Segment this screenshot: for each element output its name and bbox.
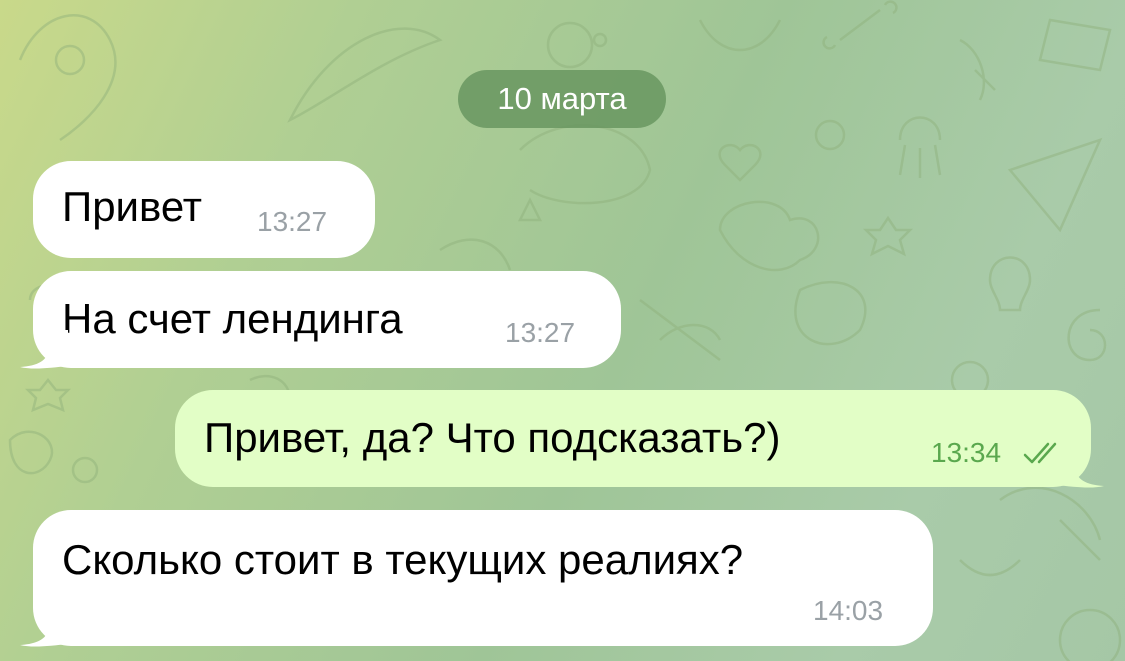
bubble-tail	[1056, 449, 1104, 488]
date-separator: 10 марта	[458, 70, 666, 128]
message-bubble-incoming[interactable]: Привет 13:27	[33, 161, 375, 258]
bubble-tail	[20, 608, 68, 647]
message-bubble-incoming[interactable]: Сколько стоит в текущих реалиях? 14:03	[33, 510, 933, 646]
message-text: На счет лендинга	[62, 295, 403, 342]
message-text: Сколько стоит в текущих реалиях?	[62, 536, 744, 583]
bubble-tail	[20, 330, 68, 369]
message-text: Привет	[62, 183, 203, 230]
message-time: 14:03	[813, 595, 884, 626]
message-bubble-incoming[interactable]: На счет лендинга 13:27	[33, 271, 621, 368]
chat-background: 10 марта Привет 13:27 На счет лендинга 1…	[0, 0, 1125, 661]
message-bubble-outgoing[interactable]: Привет, да? Что подсказать?) 13:34	[175, 390, 1091, 487]
message-time: 13:27	[505, 317, 576, 348]
message-text: Привет, да? Что подсказать?)	[204, 414, 781, 461]
message-time: 13:27	[257, 206, 328, 237]
message-time: 13:34	[931, 437, 1002, 468]
